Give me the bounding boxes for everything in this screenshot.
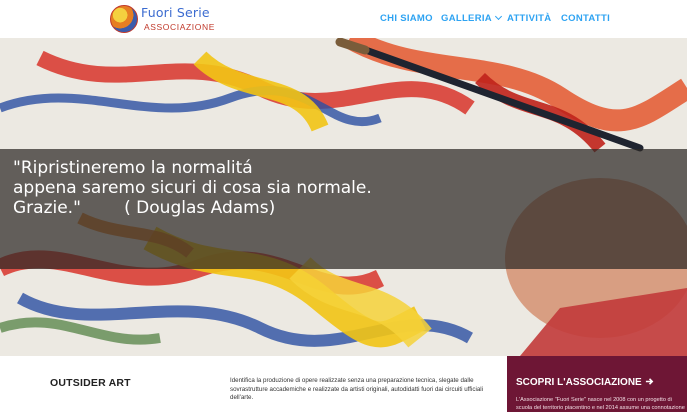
- intro-section: OUTSIDER ART Identifica la produzione di…: [0, 356, 687, 412]
- cta-title-label: SCOPRI L'ASSOCIAZIONE: [516, 377, 642, 388]
- logo-subtitle: ASSOCIAZIONE: [144, 22, 215, 32]
- hero-banner: "Ripristineremo la normalitá appena sare…: [0, 38, 687, 356]
- hero-quote-line-3: Grazie." ( Douglas Adams): [13, 198, 276, 218]
- site-logo[interactable]: Fuori Serie ASSOCIAZIONE: [110, 4, 220, 34]
- chevron-down-icon: [494, 12, 502, 21]
- arrow-right-icon: [645, 378, 653, 385]
- site-header: Fuori Serie ASSOCIAZIONE CHI SIAMO GALLE…: [0, 0, 687, 38]
- section-title: OUTSIDER ART: [50, 377, 131, 389]
- hero-quote-line-1: "Ripristineremo la normalitá: [13, 158, 253, 178]
- cta-title[interactable]: SCOPRI L'ASSOCIAZIONE: [516, 377, 654, 388]
- cta-text-line-1: L'Associazione "Fuori Serie" nasce nel 2…: [516, 397, 672, 403]
- logo-badge-icon: [110, 5, 138, 33]
- hero-quote-line-2: appena saremo sicuri di cosa sia normale…: [13, 178, 372, 198]
- nav-item-contatti[interactable]: CONTATTI: [561, 13, 610, 24]
- nav-item-galleria-label: GALLERIA: [441, 13, 492, 24]
- logo-title: Fuori Serie: [141, 5, 210, 20]
- nav-item-attivita[interactable]: ATTIVITÀ: [507, 13, 551, 24]
- cta-text: L'Associazione "Fuori Serie" nasce nel 2…: [516, 396, 686, 412]
- nav-item-galleria[interactable]: GALLERIA: [441, 12, 502, 24]
- nav-item-chi-siamo[interactable]: CHI SIAMO: [380, 13, 433, 24]
- section-description: Identifica la produzione di opere realiz…: [230, 377, 484, 402]
- discover-association-panel[interactable]: SCOPRI L'ASSOCIAZIONE L'Associazione "Fu…: [507, 356, 687, 412]
- hero-quote: "Ripristineremo la normalitá appena sare…: [13, 158, 372, 218]
- cta-text-line-2: scuola del territorio piacentino e nel 2…: [516, 405, 685, 411]
